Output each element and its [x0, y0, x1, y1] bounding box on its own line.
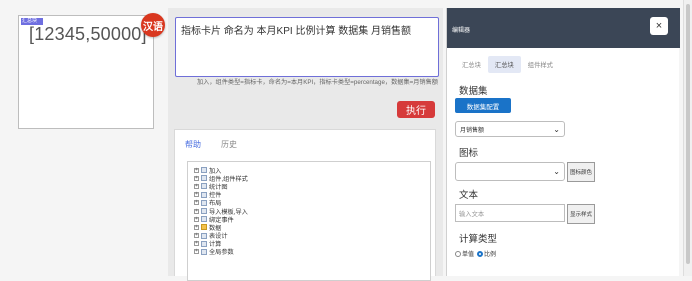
calc-type-radio-group: 单值 比例 — [455, 249, 496, 258]
document-icon — [201, 191, 207, 198]
document-icon — [201, 167, 207, 174]
document-icon — [201, 183, 207, 190]
tree-item[interactable]: + 数据 — [194, 223, 430, 232]
dataset-select[interactable]: 月销售额 ⌄ — [455, 121, 565, 137]
kpi-value: [12345,50000] — [29, 24, 147, 44]
icon-color-button[interactable]: 图标颜色 — [567, 162, 595, 182]
tab-summary-2[interactable]: 汇总块 — [487, 56, 521, 73]
expand-icon[interactable]: + — [194, 208, 199, 214]
radio-ratio[interactable] — [477, 250, 484, 257]
tree-item[interactable]: + 控件 — [194, 191, 430, 199]
text-label: 文本 — [459, 190, 479, 201]
expand-icon[interactable]: + — [194, 167, 199, 173]
tree-item[interactable]: + 绑定事件 — [194, 215, 430, 224]
command-input[interactable]: 指标卡片 命名为 本月KPI 比例计算 数据集 月销售额 — [175, 17, 439, 77]
tree-item[interactable]: + 组件,组件样式 — [194, 174, 430, 183]
document-icon — [201, 248, 207, 255]
kpi-card-preview[interactable]: 汇总块 [12345,50000] — [18, 15, 154, 129]
chevron-down-icon: ⌄ — [553, 124, 560, 134]
vertical-scrollbar[interactable] — [683, 0, 692, 276]
chevron-down-icon: ⌄ — [553, 167, 560, 176]
expand-icon[interactable]: + — [194, 216, 199, 222]
help-tree: + 加入 + 组件,组件样式 + 统计图 + 控件 + 布局 + 导入模板,导入 + 绑定事件… — [187, 161, 431, 281]
document-icon — [201, 208, 207, 215]
run-button[interactable]: 执行 — [397, 101, 435, 118]
help-tabs: 帮助 历史 — [185, 139, 237, 153]
icon-select[interactable]: ⌄ — [455, 162, 565, 181]
expand-icon[interactable]: + — [194, 233, 199, 239]
document-icon — [201, 232, 207, 239]
editor-title: 编辑器 — [452, 28, 471, 34]
document-icon — [201, 175, 207, 182]
expand-icon[interactable]: + — [194, 183, 199, 189]
radio-single-value[interactable] — [455, 250, 461, 257]
tab-history[interactable]: 历史 — [221, 139, 237, 153]
close-icon: × — [655, 20, 663, 32]
command-panel: 指标卡片 命名为 本月KPI 比例计算 数据集 月销售额 加入，组件类型=指标卡… — [168, 8, 443, 281]
expand-icon[interactable]: + — [194, 200, 199, 206]
text-input[interactable]: 输入文本 — [455, 204, 565, 222]
expand-icon[interactable]: + — [194, 175, 199, 181]
calculator-icon — [201, 240, 207, 247]
dataset-config-button[interactable]: 数据集配置 — [455, 98, 511, 113]
document-icon — [201, 199, 207, 206]
expand-icon[interactable]: + — [194, 249, 199, 255]
scrollbar-thumb[interactable] — [686, 4, 690, 264]
editor-panel: 编辑器 × 汇总块 汇总块 组件样式 数据集 数据集配置 月销售额 ⌄ 图标 ⌄… — [446, 8, 680, 276]
expand-icon[interactable]: + — [194, 224, 199, 230]
calc-type-label: 计算类型 — [459, 234, 498, 245]
dataset-label: 数据集 — [459, 86, 488, 97]
tab-summary-1[interactable]: 汇总块 — [455, 56, 488, 73]
tree-item[interactable]: + 统计图 — [194, 182, 430, 191]
editor-header: 编辑器 × — [447, 8, 680, 48]
editor-tabs: 汇总块 汇总块 组件样式 — [455, 56, 560, 73]
language-badge[interactable]: 汉语 — [141, 13, 165, 37]
tab-component-style[interactable]: 组件样式 — [521, 56, 560, 73]
expand-icon[interactable]: + — [194, 241, 199, 247]
help-panel: 帮助 历史 + 加入 + 组件,组件样式 + 统计图 + 控件 + 布局 + 导入模板,导入… — [174, 129, 436, 281]
folder-icon — [201, 224, 207, 231]
expand-icon[interactable]: + — [194, 192, 199, 198]
tree-item[interactable]: + 全局参数 — [194, 248, 430, 256]
text-style-button[interactable]: 显示样式 — [567, 204, 595, 224]
command-parse-hint: 加入，组件类型=指标卡，命名为=本月KPI，指标卡类型=percentage，数… — [196, 79, 438, 86]
icon-label: 图标 — [459, 148, 479, 159]
tab-help[interactable]: 帮助 — [185, 139, 201, 153]
document-icon — [201, 216, 207, 223]
close-button[interactable]: × — [650, 17, 668, 35]
tree-item[interactable]: + 表设计 — [194, 232, 430, 240]
